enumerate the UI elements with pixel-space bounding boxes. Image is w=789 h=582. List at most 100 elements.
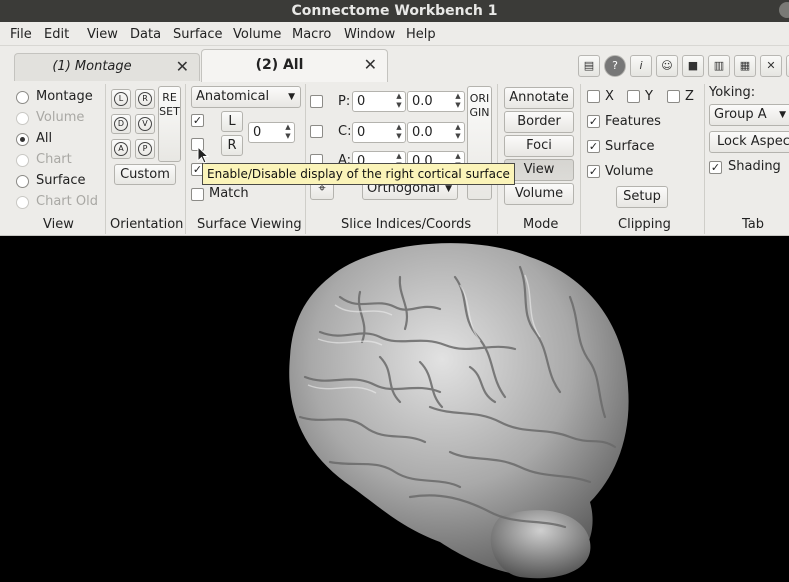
menu-file[interactable]: File <box>10 27 32 42</box>
mode-section-title: Mode <box>523 217 559 232</box>
view-radio-chart-old[interactable] <box>16 196 29 209</box>
tab-montage[interactable]: (1) Montage ✕ <box>14 53 200 81</box>
menu-edit[interactable]: Edit <box>44 27 69 42</box>
clip-z-label: Z <box>685 89 694 104</box>
clip-features-label: Features <box>605 114 661 129</box>
clip-x-checkbox[interactable] <box>587 90 600 103</box>
graphics-viewport[interactable] <box>0 237 789 582</box>
movie-icon[interactable]: ■ <box>682 55 704 77</box>
slice-c-checkbox[interactable] <box>310 125 323 138</box>
clip-y-label: Y <box>645 89 653 104</box>
lock-aspect-button[interactable]: Lock Aspect <box>709 131 789 153</box>
view-radio-volume[interactable] <box>16 112 29 125</box>
section-divider <box>185 84 186 234</box>
cerebellum-shape <box>490 510 591 579</box>
settings-icon[interactable]: ✕ <box>760 55 782 77</box>
chevron-down-icon: ▼ <box>288 92 295 102</box>
view-label-montage: Montage <box>36 89 93 104</box>
clip-z-checkbox[interactable] <box>667 90 680 103</box>
orientation-right-icon[interactable]: R <box>135 89 155 109</box>
tab-all-close-icon[interactable]: ✕ <box>364 50 377 80</box>
clip-surface-checkbox[interactable]: ✓ <box>587 140 600 153</box>
surface-structure-combo[interactable]: Anatomical ▼ <box>191 86 301 108</box>
shading-label: Shading <box>728 159 781 174</box>
section-divider <box>497 84 498 234</box>
slice-c-axis: C: <box>338 124 352 139</box>
view-radio-surface[interactable] <box>16 175 29 188</box>
mode-foci-button[interactable]: Foci <box>504 135 574 157</box>
clip-surface-label: Surface <box>605 139 655 154</box>
slice-p-index-spinbox[interactable]: 0 ▲ ▼ <box>352 91 406 112</box>
brain-surface-model <box>289 243 629 579</box>
view-section-title: View <box>43 217 74 232</box>
mode-volume-button[interactable]: Volume <box>504 183 574 205</box>
chevron-down-icon: ▼ <box>779 110 786 120</box>
menu-view[interactable]: View <box>87 27 118 42</box>
orientation-posterior-icon[interactable]: P <box>135 139 155 159</box>
view-label-surface: Surface <box>36 173 86 188</box>
clipping-setup-button[interactable]: Setup <box>616 186 668 208</box>
tooltip: Enable/Disable display of the right cort… <box>202 163 515 185</box>
right-surface-button[interactable]: R <box>221 135 243 156</box>
section-divider <box>704 84 705 234</box>
orientation-reset-button[interactable]: RESET <box>158 86 181 162</box>
slice-section-title: Slice Indices/Coords <box>341 217 472 232</box>
menu-help[interactable]: Help <box>406 27 436 42</box>
yoking-group-value: Group A <box>714 107 767 122</box>
scene-icon[interactable]: ▥ <box>708 55 730 77</box>
tab-all[interactable]: (2) All ✕ <box>201 49 388 82</box>
slice-p-coord-spinbox[interactable]: 0.0 ▲ ▼ <box>407 91 465 112</box>
clip-x-label: X <box>605 89 614 104</box>
yoking-group-combo[interactable]: Group A ▼ <box>709 104 789 126</box>
view-radio-all[interactable] <box>16 133 29 146</box>
clip-volume-label: Volume <box>605 164 654 179</box>
window-title: Connectome Workbench 1 <box>291 3 498 19</box>
section-divider <box>580 84 581 234</box>
tab-montage-label: (1) Montage <box>52 59 132 74</box>
shading-checkbox[interactable]: ✓ <box>709 161 722 174</box>
orientation-left-icon[interactable]: L <box>111 89 131 109</box>
mode-annotate-button[interactable]: Annotate <box>504 87 574 109</box>
slice-p-axis: P: <box>338 94 351 109</box>
spin-arrows-icon[interactable]: ▲ ▼ <box>283 123 293 142</box>
tab-montage-close-icon[interactable]: ✕ <box>176 54 189 80</box>
view-radio-montage[interactable] <box>16 91 29 104</box>
menu-surface[interactable]: Surface <box>173 27 223 42</box>
help-icon[interactable]: ? <box>604 55 626 77</box>
menu-data[interactable]: Data <box>130 27 161 42</box>
left-surface-button[interactable]: L <box>221 111 243 132</box>
orientation-anterior-icon[interactable]: A <box>111 139 131 159</box>
menu-macro[interactable]: Macro <box>292 27 331 42</box>
clip-features-checkbox[interactable]: ✓ <box>587 115 600 128</box>
yoking-label: Yoking: <box>709 85 756 100</box>
identify-icon[interactable]: ☺ <box>656 55 678 77</box>
surface-value: 0 <box>253 125 262 140</box>
browser-tab-bar: (1) Montage ✕ (2) All ✕ ▤ ? i ☺ ■ ▥ ▦ ✕ <box>0 46 789 84</box>
orientation-ventral-icon[interactable]: V <box>135 114 155 134</box>
surface-viewing-section-title: Surface Viewing <box>197 217 302 232</box>
tab-all-label: (2) All <box>255 57 304 73</box>
left-surface-checkbox[interactable]: ✓ <box>191 114 204 127</box>
orientation-custom-button[interactable]: Custom <box>114 164 176 185</box>
slice-c-coord-spinbox[interactable]: 0.0 ▲ ▼ <box>407 122 465 143</box>
view-label-all: All <box>36 131 53 146</box>
clip-volume-checkbox[interactable]: ✓ <box>587 165 600 178</box>
clip-y-checkbox[interactable] <box>627 90 640 103</box>
info-dialog-icon[interactable]: ▤ <box>578 55 600 77</box>
match-checkbox[interactable] <box>191 188 204 201</box>
menu-volume[interactable]: Volume <box>233 27 281 42</box>
slice-p-checkbox[interactable] <box>310 95 323 108</box>
menu-window[interactable]: Window <box>344 27 395 42</box>
slice-c-index-spinbox[interactable]: 0 ▲ ▼ <box>352 122 406 143</box>
clapper-icon[interactable]: ▦ <box>734 55 756 77</box>
view-label-chart-old: Chart Old <box>36 194 98 209</box>
information-icon[interactable]: i <box>630 55 652 77</box>
view-label-chart: Chart <box>36 152 72 167</box>
section-divider <box>305 84 306 234</box>
mode-border-button[interactable]: Border <box>504 111 574 133</box>
surface-structure-value: Anatomical <box>196 89 270 104</box>
orientation-dorsal-icon[interactable]: D <box>111 114 131 134</box>
window-close-icon[interactable] <box>779 2 789 18</box>
view-radio-chart[interactable] <box>16 154 29 167</box>
surface-value-spinbox[interactable]: 0 ▲ ▼ <box>248 122 295 143</box>
